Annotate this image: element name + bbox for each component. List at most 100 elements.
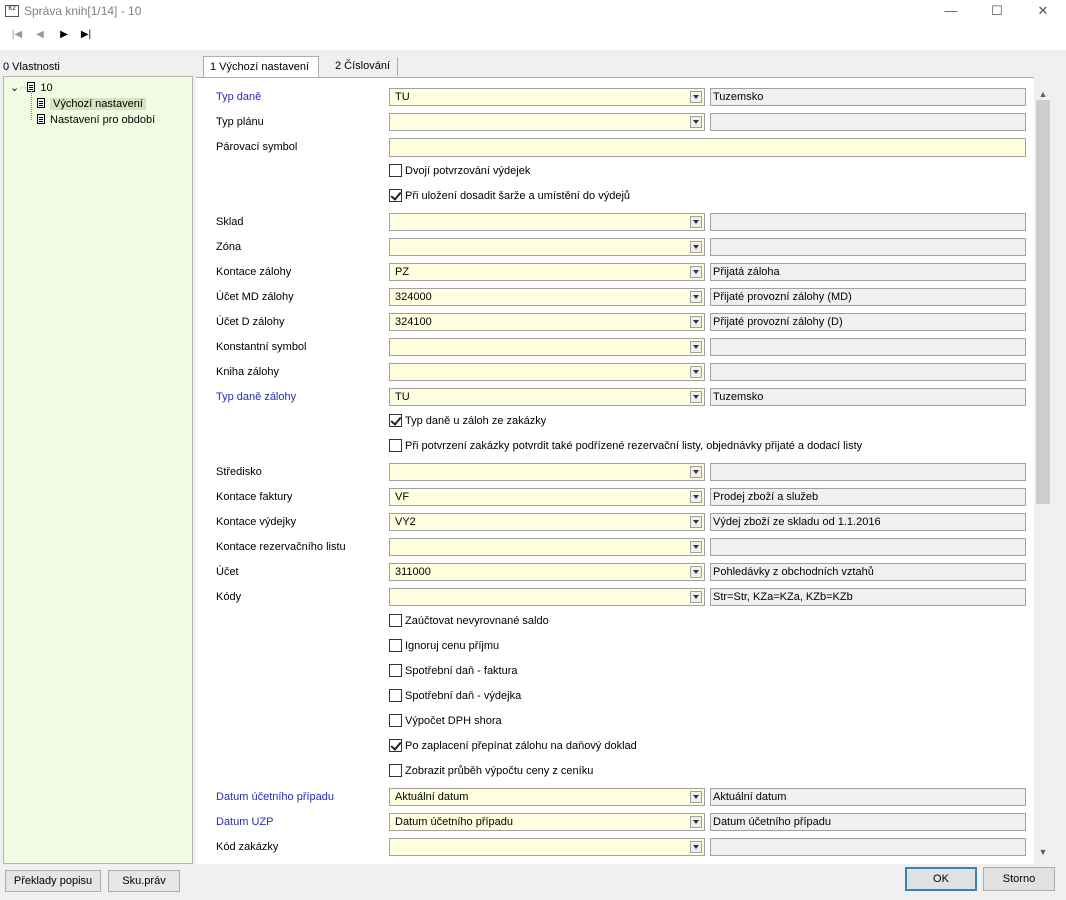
tree-item-label: Nastavení pro období: [50, 114, 156, 126]
dropdown-arrow-icon[interactable]: [690, 216, 702, 228]
dropdown-arrow-icon[interactable]: [690, 316, 702, 328]
combo-value: 311000: [395, 566, 431, 578]
checkbox[interactable]: [389, 714, 402, 727]
cancel-button[interactable]: Storno: [983, 867, 1055, 891]
checkbox-row[interactable]: Po zaplacení přepínat zálohu na daňový d…: [389, 738, 637, 754]
combo-input[interactable]: 324100: [389, 313, 705, 331]
checkbox-row[interactable]: Spotřební daň - faktura: [389, 663, 518, 679]
dropdown-arrow-icon[interactable]: [690, 366, 702, 378]
app-icon: K2: [5, 5, 19, 17]
checkbox[interactable]: [389, 739, 402, 752]
first-record-icon[interactable]: |◀: [8, 27, 26, 43]
combo-value: 324000: [395, 291, 432, 303]
checkbox[interactable]: [389, 164, 402, 177]
checkbox[interactable]: [389, 639, 402, 652]
combo-input[interactable]: VY2: [389, 513, 705, 531]
dropdown-arrow-icon[interactable]: [690, 241, 702, 253]
field-label: Datum UZP: [216, 816, 274, 828]
checkbox-row[interactable]: Typ daně u záloh ze zakázky: [389, 413, 546, 429]
minimize-icon[interactable]: —: [928, 0, 974, 22]
dropdown-arrow-icon[interactable]: [690, 591, 702, 603]
checkbox-row[interactable]: Zobrazit průběh výpočtu ceny z ceníku: [389, 763, 593, 779]
checkbox-row[interactable]: Při uložení dosadit šarže a umístění do …: [389, 188, 630, 204]
scroll-up-icon[interactable]: ▲: [1035, 87, 1051, 101]
description-field: [710, 238, 1026, 256]
next-record-icon[interactable]: ▶: [55, 27, 73, 43]
text-input[interactable]: [389, 138, 1026, 157]
dropdown-arrow-icon[interactable]: [690, 391, 702, 403]
translations-button[interactable]: Překlady popisu: [5, 870, 101, 892]
combo-input[interactable]: [389, 338, 705, 356]
combo-input[interactable]: PZ: [389, 263, 705, 281]
description-field: [710, 363, 1026, 381]
tab-separator: [397, 57, 398, 76]
combo-input[interactable]: 311000: [389, 563, 705, 581]
field-label: Typ daně zálohy: [216, 391, 297, 403]
dropdown-arrow-icon[interactable]: [690, 541, 702, 553]
combo-input[interactable]: [389, 588, 705, 606]
combo-input[interactable]: 324000: [389, 288, 705, 306]
properties-label: 0 Vlastnosti: [3, 61, 60, 73]
dropdown-arrow-icon[interactable]: [690, 466, 702, 478]
dropdown-arrow-icon[interactable]: [690, 491, 702, 503]
dropdown-arrow-icon[interactable]: [690, 266, 702, 278]
ok-button[interactable]: OK: [905, 867, 977, 891]
combo-input[interactable]: [389, 113, 705, 131]
combo-input[interactable]: Aktuální datum: [389, 788, 705, 806]
dropdown-arrow-icon[interactable]: [690, 291, 702, 303]
scroll-down-icon[interactable]: ▼: [1035, 845, 1051, 859]
dropdown-arrow-icon[interactable]: [690, 341, 702, 353]
tree-item-label: Výchozí nastavení: [50, 98, 146, 110]
close-icon[interactable]: ✕: [1020, 0, 1066, 22]
checkbox-row[interactable]: Zaúčtovat nevyrovnané saldo: [389, 613, 549, 629]
title-bar: [0, 0, 1066, 22]
description-field: Přijatá záloha: [710, 263, 1026, 281]
tree-item-default-settings[interactable]: Výchozí nastavení: [37, 96, 146, 112]
combo-input[interactable]: [389, 463, 705, 481]
dropdown-arrow-icon[interactable]: [690, 791, 702, 803]
combo-input[interactable]: [389, 363, 705, 381]
dropdown-arrow-icon[interactable]: [690, 841, 702, 853]
field-label: Kontace zálohy: [216, 266, 292, 278]
checkbox[interactable]: [389, 664, 402, 677]
dropdown-arrow-icon[interactable]: [690, 91, 702, 103]
field-label: Kontace výdejky: [216, 516, 297, 528]
checkbox[interactable]: [389, 414, 402, 427]
combo-input[interactable]: TU: [389, 388, 705, 406]
last-record-icon[interactable]: ▶|: [77, 27, 95, 43]
checkbox[interactable]: [389, 189, 402, 202]
checkbox-label: Spotřební daň - výdejka: [405, 690, 522, 702]
combo-input[interactable]: [389, 238, 705, 256]
combo-value: Aktuální datum: [395, 791, 469, 803]
combo-value: Datum účetního případu: [395, 816, 514, 828]
collapse-icon[interactable]: ⌄: [10, 80, 20, 96]
dropdown-arrow-icon[interactable]: [690, 566, 702, 578]
combo-input[interactable]: Datum účetního případu: [389, 813, 705, 831]
checkbox-row[interactable]: Dvojí potvrzování výdejek: [389, 163, 530, 179]
prev-record-icon[interactable]: ◀: [31, 27, 49, 43]
scrollbar-thumb[interactable]: [1036, 100, 1050, 504]
description-field: [710, 338, 1026, 356]
dropdown-arrow-icon[interactable]: [690, 516, 702, 528]
checkbox-row[interactable]: Výpočet DPH shora: [389, 713, 502, 729]
tree-item-period-settings[interactable]: Nastavení pro období: [37, 112, 155, 128]
checkbox[interactable]: [389, 689, 402, 702]
combo-input[interactable]: TU: [389, 88, 705, 106]
combo-input[interactable]: [389, 213, 705, 231]
rights-button[interactable]: Sku.práv: [108, 870, 180, 892]
dropdown-arrow-icon[interactable]: [690, 116, 702, 128]
combo-input[interactable]: [389, 538, 705, 556]
maximize-icon[interactable]: ☐: [974, 0, 1020, 22]
combo-input[interactable]: VF: [389, 488, 705, 506]
checkbox[interactable]: [389, 614, 402, 627]
document-icon: [37, 114, 45, 124]
checkbox-row[interactable]: Spotřební daň - výdejka: [389, 688, 521, 704]
checkbox[interactable]: [389, 439, 402, 452]
checkbox[interactable]: [389, 764, 402, 777]
checkbox-row[interactable]: Ignoruj cenu příjmu: [389, 638, 499, 654]
dropdown-arrow-icon[interactable]: [690, 816, 702, 828]
tab-numbering[interactable]: 2 Číslování: [329, 56, 397, 77]
tab-default-settings[interactable]: 1 Výchozí nastavení: [203, 56, 319, 77]
combo-input[interactable]: [389, 838, 705, 856]
checkbox-row[interactable]: Při potvrzení zakázky potvrdit také podř…: [389, 438, 862, 454]
